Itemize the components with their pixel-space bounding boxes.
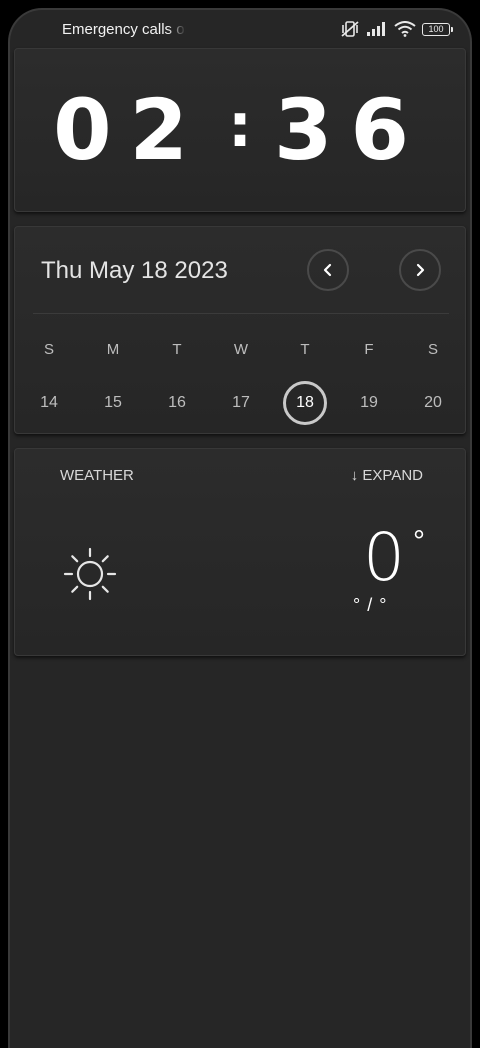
chevron-right-icon	[416, 263, 425, 277]
sun-icon	[63, 547, 117, 601]
calendar-day[interactable]: 20	[401, 381, 465, 425]
calendar-divider	[33, 313, 449, 314]
weekday-label: M	[106, 341, 120, 358]
screen: Emergency calls only	[8, 8, 472, 1048]
calendar-day[interactable]: 14	[17, 381, 81, 425]
weekday-label: W	[233, 341, 249, 358]
calendar-date-label: Thu May 18 2023	[41, 257, 228, 284]
expand-weather-button[interactable]: ↓ EXPAND	[351, 467, 423, 484]
clock: 02 : 36	[15, 49, 465, 211]
signal-icon	[367, 22, 385, 36]
status-bar: Emergency calls only	[10, 10, 470, 48]
weekday-label: T	[300, 341, 310, 358]
date-row: 14 15 16 17 18 19 20	[17, 381, 465, 425]
weather-card: WEATHER ↓ EXPAND 0 ° ° / °	[14, 448, 466, 656]
calendar-card: Thu May 18 2023 S M T W T F S 14 15 16 1…	[14, 226, 466, 434]
weekday-header-row: S M T W T F S	[17, 339, 465, 361]
weekday-label: T	[172, 341, 182, 358]
clock-minutes: 36	[274, 81, 427, 179]
calendar-day[interactable]: 16	[145, 381, 209, 425]
temperature-value: 0	[363, 519, 405, 596]
calendar-day[interactable]: 17	[209, 381, 273, 425]
calendar-week-grid: S M T W T F S 14 15 16 17 18 19 20	[17, 339, 465, 425]
clock-card: 02 : 36	[14, 48, 466, 212]
calendar-day-selected[interactable]: 18	[273, 381, 337, 425]
temperature-degree-symbol: °	[413, 525, 425, 558]
weekday-label: F	[364, 341, 374, 358]
clock-hours: 02	[53, 81, 206, 179]
previous-week-button[interactable]	[307, 249, 349, 291]
calendar-day[interactable]: 19	[337, 381, 401, 425]
weather-title: WEATHER	[60, 467, 134, 484]
clock-separator: :	[228, 91, 252, 161]
calendar-day[interactable]: 15	[81, 381, 145, 425]
vibrate-off-icon	[341, 21, 359, 37]
battery-icon: 100	[422, 22, 453, 36]
weekday-label: S	[427, 341, 438, 358]
temperature-range: ° / °	[353, 595, 388, 615]
carrier-status-text: Emergency calls only	[62, 21, 186, 38]
battery-level: 100	[428, 23, 444, 34]
status-icons: 100	[340, 20, 453, 38]
next-week-button[interactable]	[399, 249, 441, 291]
weekday-label: S	[43, 341, 54, 358]
phone-frame: Emergency calls only	[0, 0, 480, 1048]
wifi-icon	[394, 21, 416, 37]
chevron-left-icon	[323, 263, 332, 277]
